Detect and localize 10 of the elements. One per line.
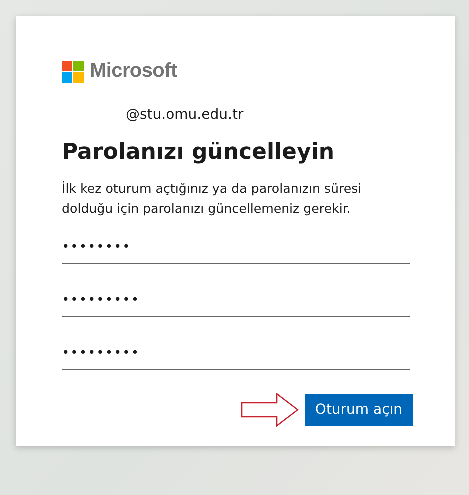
sign-in-button[interactable]: Oturum açın	[305, 394, 413, 426]
account-email: @stu.omu.edu.tr	[126, 107, 245, 123]
page-title: Parolanızı güncelleyin	[62, 140, 336, 165]
description-text: İlk kez oturum açtığınız ya da parolanızın süresi dolduğu için parolanızı güncellemeniz gerekir.	[62, 180, 363, 218]
brand-name: Microsoft	[90, 60, 178, 83]
arrow-icon	[241, 393, 299, 427]
password-field[interactable]: •••••••••	[62, 284, 410, 317]
logo-icon	[62, 60, 84, 82]
password-field[interactable]: •••••••••	[62, 337, 410, 370]
password-field[interactable]: ••••••••	[62, 231, 410, 264]
